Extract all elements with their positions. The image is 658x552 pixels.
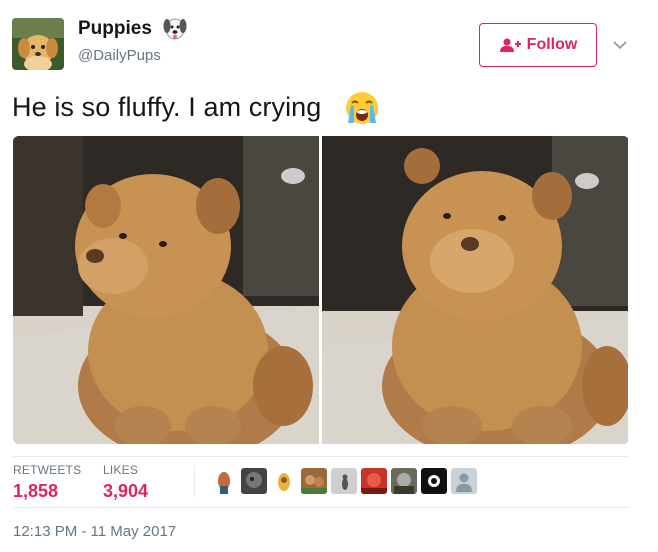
tweet-timestamp[interactable]: 12:13 PM - 11 May 2017: [13, 523, 176, 540]
liker-avatar[interactable]: [301, 468, 327, 494]
user-handle[interactable]: @DailyPups: [78, 47, 161, 64]
media-grid: [13, 136, 629, 444]
liker-avatar[interactable]: [331, 468, 357, 494]
likes-stat[interactable]: LIKES 3,904: [103, 463, 148, 502]
likes-count: 3,904: [103, 481, 149, 501]
follow-button-label: Follow: [526, 36, 578, 53]
tweet-card: Puppies @DailyPups Follow He is so fluff…: [0, 0, 658, 552]
liker-avatar[interactable]: [451, 468, 477, 494]
liker-avatar[interactable]: [391, 468, 417, 494]
stat-separator: [194, 466, 195, 498]
retweets-label: RETWEETS: [13, 463, 82, 477]
tweet-text: He is so fluffy. I am crying: [12, 92, 322, 122]
add-user-icon: [499, 37, 521, 53]
tweet-photo[interactable]: [322, 136, 629, 444]
chevron-down-icon[interactable]: [612, 38, 628, 50]
liker-avatar[interactable]: [361, 468, 387, 494]
loudly-crying-face-icon: [343, 89, 381, 127]
divider: [13, 456, 629, 457]
likes-label: LIKES: [103, 463, 139, 477]
liker-avatar[interactable]: [421, 468, 447, 494]
avatar[interactable]: [12, 18, 64, 70]
divider: [13, 507, 629, 508]
liker-avatar[interactable]: [211, 468, 237, 494]
liker-avatar[interactable]: [271, 468, 297, 494]
retweets-stat[interactable]: RETWEETS 1,858: [13, 463, 81, 502]
follow-button[interactable]: Follow: [479, 23, 597, 67]
display-name[interactable]: Puppies: [78, 18, 152, 40]
retweets-count: 1,858: [13, 481, 59, 501]
liker-avatar[interactable]: [241, 468, 267, 494]
dog-face-icon: [163, 14, 187, 42]
tweet-photo[interactable]: [13, 136, 319, 444]
